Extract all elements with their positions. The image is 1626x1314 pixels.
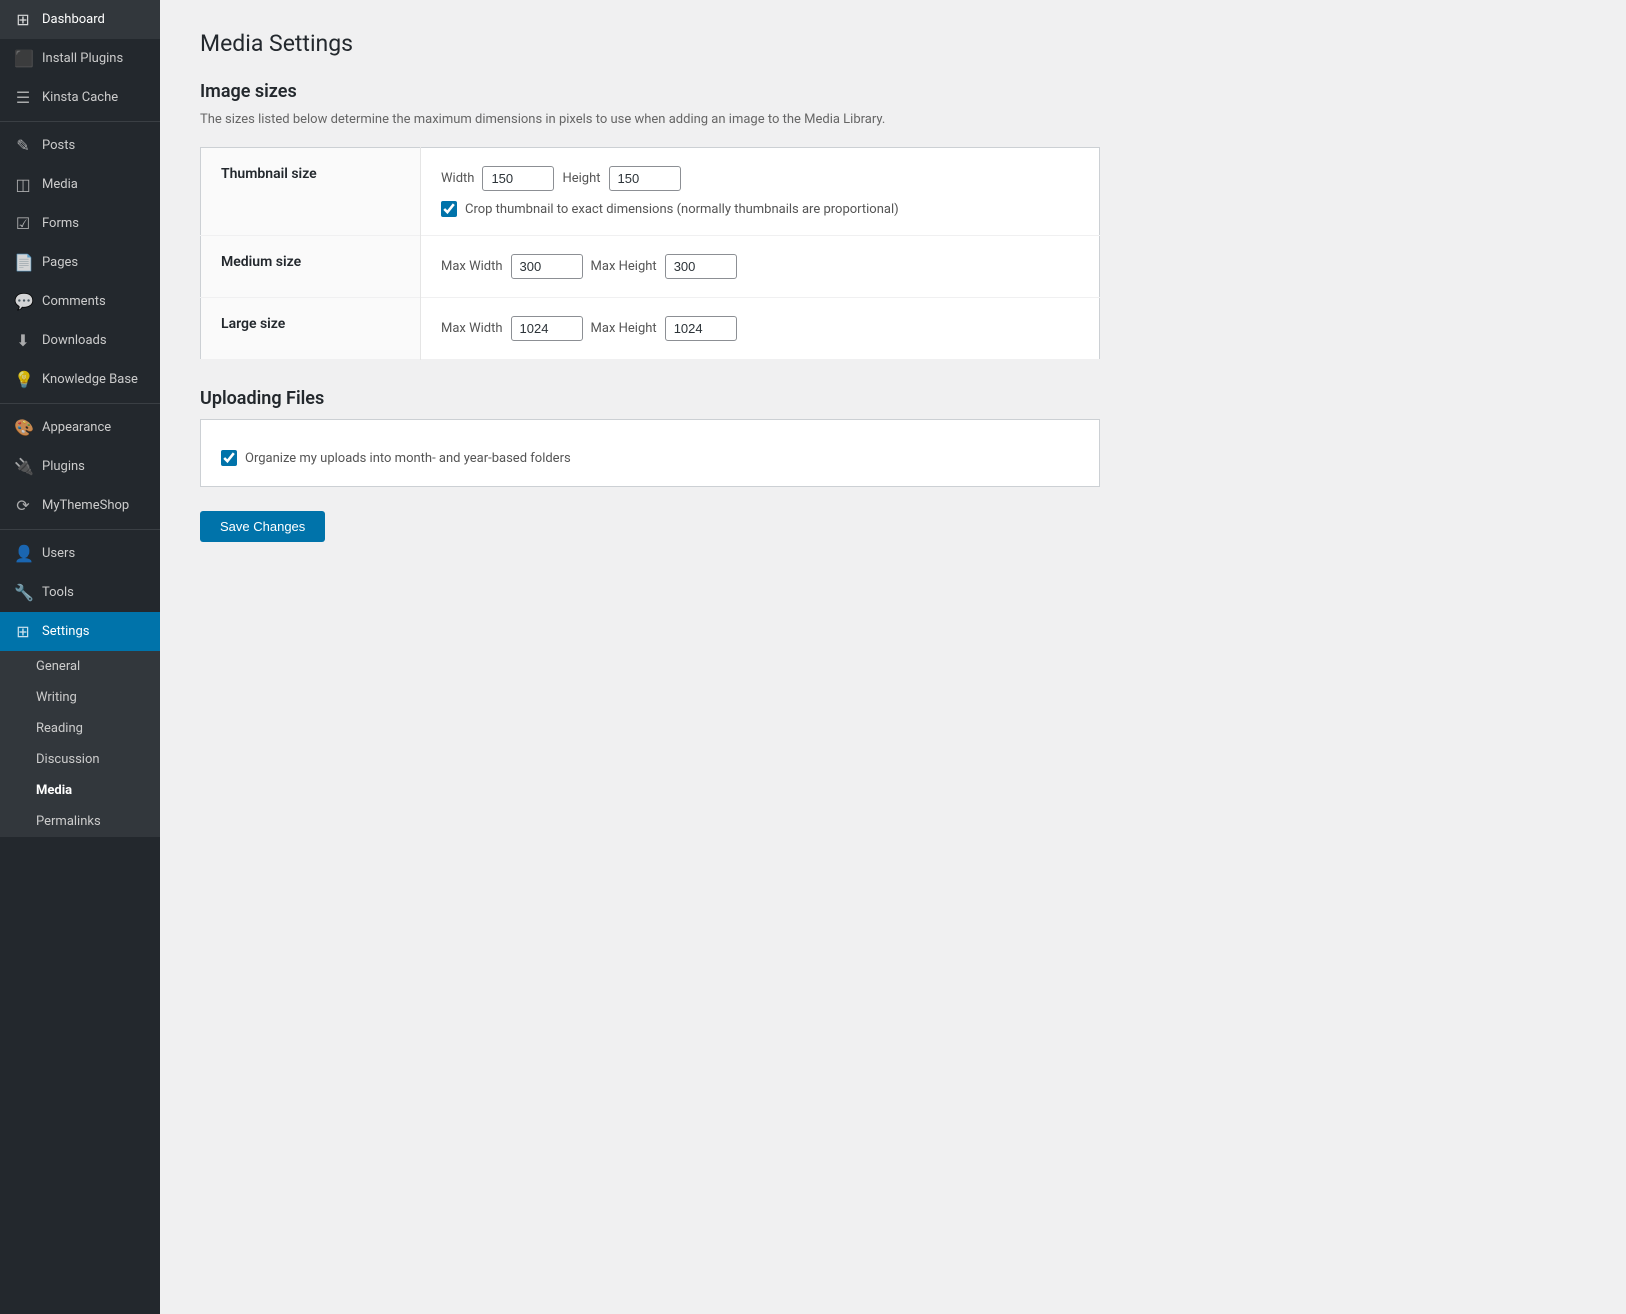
- sidebar-item-label: Dashboard: [42, 12, 105, 27]
- tools-icon: 🔧: [14, 583, 32, 602]
- sidebar-item-label: Settings: [42, 624, 89, 639]
- mythemeshop-icon: ⟳: [14, 496, 32, 515]
- medium-max-width-input[interactable]: [511, 254, 583, 279]
- sidebar-item-label: Appearance: [42, 420, 111, 435]
- main-content: Media Settings Image sizes The sizes lis…: [160, 0, 1626, 1314]
- pages-icon: 📄: [14, 253, 32, 272]
- sidebar-item-label: Pages: [42, 255, 78, 270]
- sidebar-item-plugins[interactable]: 🔌 Plugins: [0, 447, 160, 486]
- sidebar-item-label: Install Plugins: [42, 51, 123, 66]
- thumbnail-fields: Width Height: [441, 166, 1079, 191]
- sidebar-item-posts[interactable]: ✎ Posts: [0, 126, 160, 165]
- thumbnail-height-label: Height: [562, 171, 600, 186]
- thumbnail-label: Thumbnail size: [221, 166, 317, 182]
- large-max-height-label: Max Height: [591, 321, 657, 336]
- sidebar-item-forms[interactable]: ☑ Forms: [0, 204, 160, 243]
- sidebar-item-dashboard[interactable]: ⊞ Dashboard: [0, 0, 160, 39]
- sidebar-item-label: Users: [42, 546, 75, 561]
- large-max-height-input[interactable]: [665, 316, 737, 341]
- comments-icon: 💬: [14, 292, 32, 311]
- forms-icon: ☑: [14, 214, 32, 233]
- sidebar-item-label: Tools: [42, 585, 74, 600]
- sidebar-divider-3: [0, 529, 160, 530]
- sidebar-item-settings[interactable]: ⊞ Settings: [0, 612, 160, 651]
- sidebar-item-label: Kinsta Cache: [42, 90, 118, 105]
- uploading-files-title: Uploading Files: [200, 388, 1586, 409]
- submenu-item-media[interactable]: Media: [0, 775, 160, 806]
- large-label: Large size: [221, 316, 285, 332]
- image-sizes-description: The sizes listed below determine the max…: [200, 112, 1586, 127]
- sidebar-item-label: Downloads: [42, 333, 107, 348]
- medium-max-height-input[interactable]: [665, 254, 737, 279]
- downloads-icon: ⬇: [14, 331, 32, 350]
- crop-checkbox-row: Crop thumbnail to exact dimensions (norm…: [441, 201, 1079, 217]
- submenu-item-reading[interactable]: Reading: [0, 713, 160, 744]
- users-icon: 👤: [14, 544, 32, 563]
- knowledge-base-icon: 💡: [14, 370, 32, 389]
- sidebar: ⊞ Dashboard ⬛ Install Plugins ☰ Kinsta C…: [0, 0, 160, 1314]
- dashboard-icon: ⊞: [14, 10, 32, 29]
- medium-max-width-label: Max Width: [441, 259, 503, 274]
- sidebar-item-knowledge-base[interactable]: 💡 Knowledge Base: [0, 360, 160, 399]
- organize-uploads-checkbox[interactable]: [221, 450, 237, 466]
- sidebar-item-label: Plugins: [42, 459, 85, 474]
- uploading-section: Organize my uploads into month- and year…: [200, 419, 1100, 487]
- save-changes-button[interactable]: Save Changes: [200, 511, 325, 542]
- sidebar-item-users[interactable]: 👤 Users: [0, 534, 160, 573]
- kinsta-cache-icon: ☰: [14, 88, 32, 107]
- sidebar-item-pages[interactable]: 📄 Pages: [0, 243, 160, 282]
- sidebar-item-label: MyThemeShop: [42, 498, 129, 513]
- crop-thumbnail-label: Crop thumbnail to exact dimensions (norm…: [465, 202, 899, 217]
- sidebar-item-media[interactable]: ◫ Media: [0, 165, 160, 204]
- sidebar-item-label: Knowledge Base: [42, 372, 138, 387]
- settings-icon: ⊞: [14, 622, 32, 641]
- sidebar-item-comments[interactable]: 💬 Comments: [0, 282, 160, 321]
- medium-fields: Max Width Max Height: [441, 254, 1079, 279]
- sidebar-item-kinsta-cache[interactable]: ☰ Kinsta Cache: [0, 78, 160, 117]
- submenu-item-permalinks[interactable]: Permalinks: [0, 806, 160, 837]
- sidebar-item-mythemeshop[interactable]: ⟳ MyThemeShop: [0, 486, 160, 525]
- thumbnail-width-label: Width: [441, 171, 474, 186]
- medium-label: Medium size: [221, 254, 301, 270]
- sidebar-divider-2: [0, 403, 160, 404]
- plugins-icon: 🔌: [14, 457, 32, 476]
- appearance-icon: 🎨: [14, 418, 32, 437]
- sidebar-item-downloads[interactable]: ⬇ Downloads: [0, 321, 160, 360]
- sidebar-item-label: Forms: [42, 216, 79, 231]
- submenu-item-discussion[interactable]: Discussion: [0, 744, 160, 775]
- large-max-width-input[interactable]: [511, 316, 583, 341]
- organize-uploads-row: Organize my uploads into month- and year…: [221, 450, 1079, 466]
- thumbnail-height-input[interactable]: [609, 166, 681, 191]
- sidebar-item-appearance[interactable]: 🎨 Appearance: [0, 408, 160, 447]
- sidebar-divider: [0, 121, 160, 122]
- image-sizes-table: Thumbnail size Width Height Crop thumbna…: [200, 147, 1100, 360]
- install-plugins-icon: ⬛: [14, 49, 32, 68]
- thumbnail-row: Thumbnail size Width Height Crop thumbna…: [201, 148, 1100, 236]
- sidebar-item-tools[interactable]: 🔧 Tools: [0, 573, 160, 612]
- sidebar-item-install-plugins[interactable]: ⬛ Install Plugins: [0, 39, 160, 78]
- media-icon: ◫: [14, 175, 32, 194]
- large-max-width-label: Max Width: [441, 321, 503, 336]
- submenu-item-general[interactable]: General: [0, 651, 160, 682]
- crop-thumbnail-checkbox[interactable]: [441, 201, 457, 217]
- organize-uploads-label: Organize my uploads into month- and year…: [245, 451, 571, 466]
- large-fields: Max Width Max Height: [441, 316, 1079, 341]
- settings-submenu: General Writing Reading Discussion Media…: [0, 651, 160, 837]
- sidebar-item-label: Comments: [42, 294, 106, 309]
- page-title: Media Settings: [200, 30, 1586, 57]
- thumbnail-width-input[interactable]: [482, 166, 554, 191]
- sidebar-item-label: Posts: [42, 138, 75, 153]
- medium-max-height-label: Max Height: [591, 259, 657, 274]
- posts-icon: ✎: [14, 136, 32, 155]
- image-sizes-title: Image sizes: [200, 81, 1586, 102]
- sidebar-item-label: Media: [42, 177, 78, 192]
- medium-row: Medium size Max Width Max Height: [201, 236, 1100, 298]
- large-row: Large size Max Width Max Height: [201, 298, 1100, 360]
- submenu-item-writing[interactable]: Writing: [0, 682, 160, 713]
